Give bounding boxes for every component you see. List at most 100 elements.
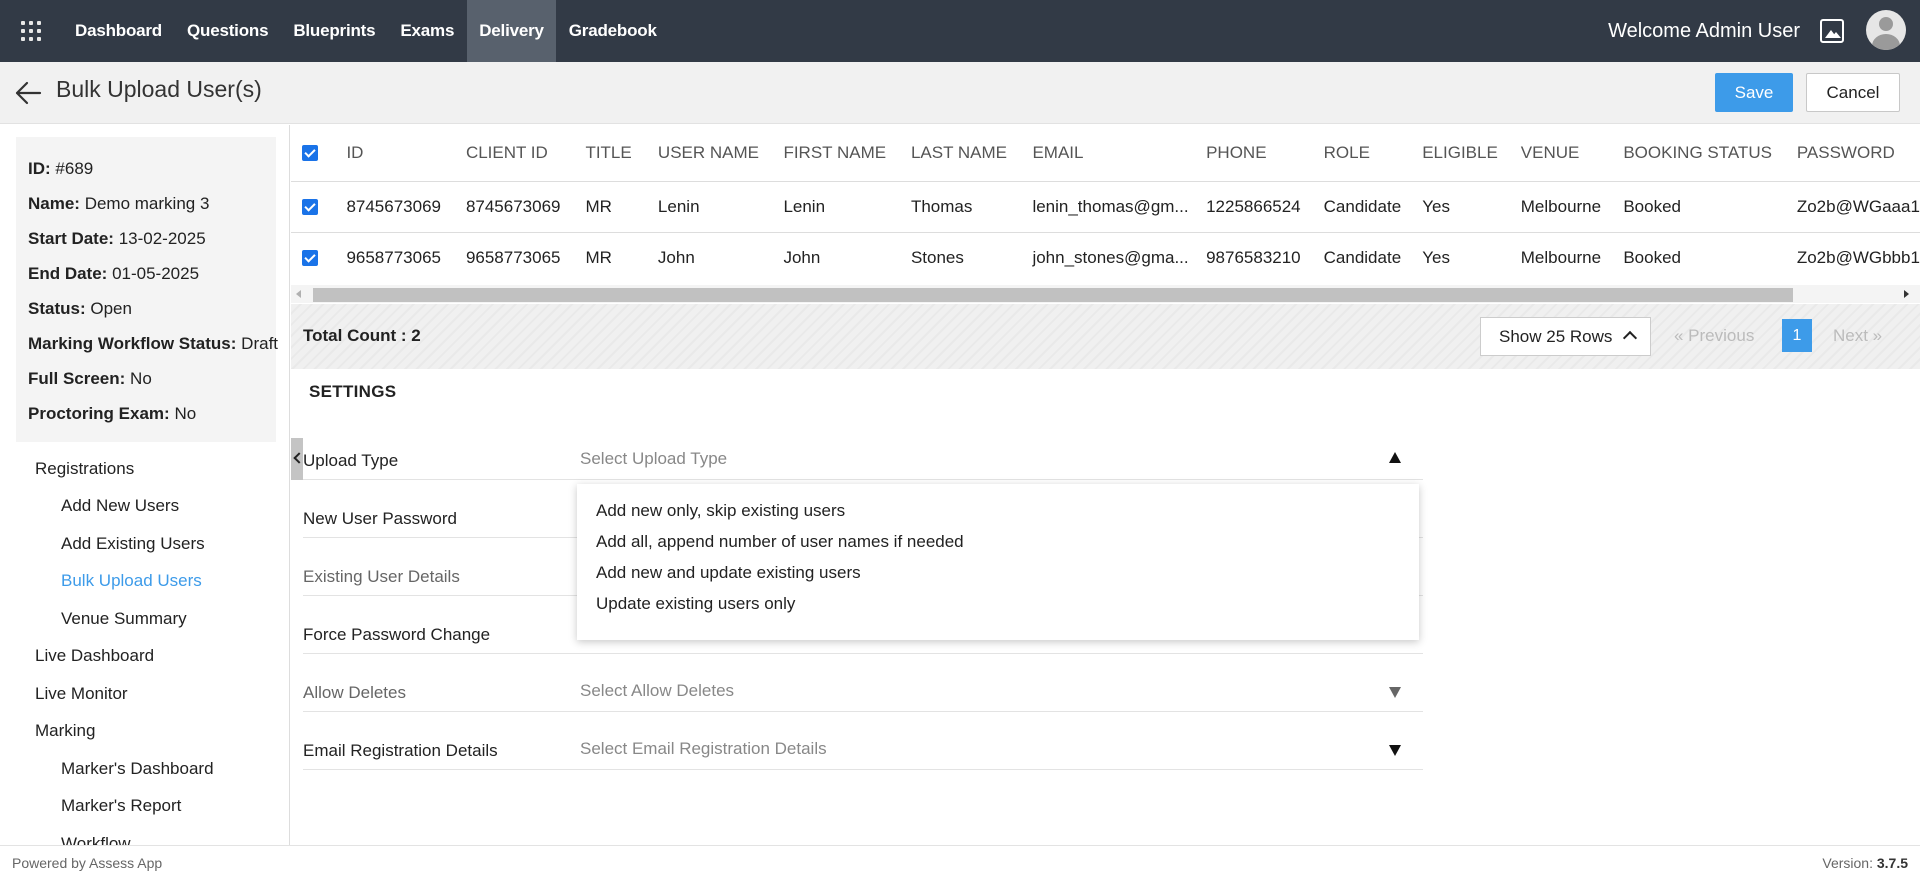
column-header[interactable]: USER NAME <box>658 125 784 181</box>
info-proctoring-exam: Proctoring Exam: No <box>28 404 197 423</box>
info-id: ID: #689 <box>28 159 94 178</box>
setting-label: New User Password <box>303 509 457 528</box>
sidebar-item-add-new-users[interactable]: Add New Users <box>0 488 289 526</box>
nav-gradebook[interactable]: Gradebook <box>556 0 669 62</box>
avatar[interactable] <box>1866 10 1906 50</box>
collapse-panel-chevron-left-icon[interactable] <box>291 438 303 480</box>
column-header[interactable]: ROLE <box>1324 125 1423 181</box>
nav-blueprints[interactable]: Blueprints <box>281 0 388 62</box>
setting-upload-type[interactable]: Upload Type Select Upload Type <box>303 437 1423 480</box>
column-header[interactable]: PHONE <box>1206 125 1324 181</box>
nav-dashboard[interactable]: Dashboard <box>62 0 175 62</box>
sidebar-item-live-monitor[interactable]: Live Monitor <box>0 675 289 713</box>
column-header[interactable]: TITLE <box>585 125 657 181</box>
column-header[interactable]: CLIENT ID <box>466 125 586 181</box>
select-all-checkbox[interactable] <box>302 145 318 162</box>
nav-exams[interactable]: Exams <box>388 0 467 62</box>
info-full-screen: Full Screen: No <box>28 369 152 388</box>
table-cell: 8745673069 <box>465 180 586 232</box>
allow-deletes-select[interactable]: Select Allow Deletes <box>580 681 734 701</box>
column-header[interactable]: ELIGIBLE <box>1422 125 1521 181</box>
table-cell: 8745673069 <box>346 180 466 232</box>
sidebar-item-workflow[interactable]: Workflow <box>0 825 289 845</box>
table-cell: MR <box>585 231 658 283</box>
caret-down-icon[interactable] <box>1389 745 1401 756</box>
upload-type-select[interactable]: Select Upload Type <box>580 449 727 469</box>
table-cell: Candidate <box>1323 231 1423 283</box>
back-arrow-icon[interactable] <box>14 80 42 106</box>
exam-info-box: ID: #689 Name: Demo marking 3 Start Date… <box>16 137 279 442</box>
nav-delivery[interactable]: Delivery <box>466 0 557 62</box>
sidebar-item-live-dashboard[interactable]: Live Dashboard <box>0 638 289 676</box>
table-cell: Lenin <box>657 180 784 232</box>
left-panel: ID: #689 Name: Demo marking 3 Start Date… <box>0 125 290 845</box>
column-header[interactable]: LAST NAME <box>911 125 1033 181</box>
row-checkbox-cell[interactable] <box>291 180 347 232</box>
image-icon[interactable] <box>1820 19 1844 43</box>
select-all-checkbox-cell[interactable] <box>291 125 346 181</box>
rows-per-page-select[interactable]: Show 25 Rows <box>1480 317 1651 356</box>
table-row[interactable]: 9658773065 9658773065 MR John John Stone… <box>291 231 1920 283</box>
table-cell: 9876583210 <box>1206 231 1324 283</box>
scroll-right-arrow-icon[interactable] <box>1904 290 1909 298</box>
table-cell: Zo2b@WGaaa1 <box>1796 180 1920 232</box>
sidebar-item-markers-report[interactable]: Marker's Report <box>0 788 289 826</box>
dropdown-option[interactable]: Add new and update existing users <box>577 557 1419 588</box>
setting-allow-deletes[interactable]: Allow Deletes Select Allow Deletes <box>303 669 1423 712</box>
caret-down-icon[interactable] <box>1389 687 1401 698</box>
side-nav: Registrations Add New Users Add Existing… <box>0 450 289 845</box>
welcome-text: Welcome Admin User <box>1608 19 1800 42</box>
setting-label: Allow Deletes <box>303 683 406 702</box>
sidebar-item-registrations[interactable]: Registrations <box>0 450 289 488</box>
row-checkbox[interactable] <box>302 250 318 267</box>
column-header[interactable]: VENUE <box>1521 125 1624 181</box>
sidebar-item-markers-dashboard[interactable]: Marker's Dashboard <box>0 750 289 788</box>
info-status: Status: Open <box>28 299 132 318</box>
dropdown-option[interactable]: Add all, append number of user names if … <box>577 526 1419 557</box>
column-header[interactable]: PASSWORD <box>1797 125 1920 181</box>
scroll-left-arrow-icon[interactable] <box>296 290 301 298</box>
save-button[interactable]: Save <box>1715 73 1793 112</box>
table-row[interactable]: 8745673069 8745673069 MR Lenin Lenin Tho… <box>291 180 1920 232</box>
table-cell: Booked <box>1623 180 1797 232</box>
column-header[interactable]: FIRST NAME <box>783 125 911 181</box>
row-checkbox-cell[interactable] <box>291 231 347 283</box>
setting-label: Email Registration Details <box>303 741 498 760</box>
sidebar-item-bulk-upload-users[interactable]: Bulk Upload Users <box>0 563 289 601</box>
info-marking-workflow-status: Marking Workflow Status: Draft <box>28 334 279 353</box>
setting-email-registration-details[interactable]: Email Registration Details Select Email … <box>303 727 1423 770</box>
info-end-date: End Date: 01-05-2025 <box>28 264 200 283</box>
table-cell: Thomas <box>910 180 1033 232</box>
sidebar-item-add-existing-users[interactable]: Add Existing Users <box>0 525 289 563</box>
cancel-button[interactable]: Cancel <box>1806 73 1900 112</box>
column-header[interactable]: ID <box>346 125 466 181</box>
pager-previous-button[interactable]: « Previous <box>1674 326 1754 346</box>
top-nav-bar: Dashboard Questions Blueprints Exams Del… <box>0 0 1920 62</box>
horizontal-scrollbar[interactable] <box>291 285 1920 303</box>
sidebar-item-venue-summary[interactable]: Venue Summary <box>0 600 289 638</box>
dropdown-option[interactable]: Add new only, skip existing users <box>577 495 1419 526</box>
dropdown-option[interactable]: Update existing users only <box>577 588 1419 619</box>
column-header[interactable]: BOOKING STATUS <box>1623 125 1797 181</box>
table-cell: 1225866524 <box>1206 180 1324 232</box>
table-cell: john_stones@gma... <box>1032 231 1207 283</box>
setting-label: Force Password Change <box>303 625 491 644</box>
apps-grid-icon[interactable] <box>0 0 62 62</box>
settings-title: SETTINGS <box>309 382 397 401</box>
column-header[interactable]: EMAIL <box>1032 125 1206 181</box>
sidebar-item-marking[interactable]: Marking <box>0 713 289 751</box>
table-cell: Yes <box>1422 180 1521 232</box>
scrollbar-thumb[interactable] <box>313 288 1793 302</box>
rows-per-page-label: Show 25 Rows <box>1499 326 1613 346</box>
nav-questions[interactable]: Questions <box>175 0 281 62</box>
table-cell: 9658773065 <box>346 231 466 283</box>
email-registration-select[interactable]: Select Email Registration Details <box>580 739 827 759</box>
setting-label: Existing User Details <box>303 567 460 586</box>
row-checkbox[interactable] <box>302 199 318 216</box>
table-cell: Zo2b@WGbbb1 <box>1796 231 1920 283</box>
table-cell: Melbourne <box>1520 180 1624 232</box>
pager-next-button[interactable]: Next » <box>1833 326 1882 346</box>
caret-up-icon[interactable] <box>1389 452 1401 463</box>
pager-page-1[interactable]: 1 <box>1782 319 1812 352</box>
main-nav: Dashboard Questions Blueprints Exams Del… <box>62 0 669 62</box>
